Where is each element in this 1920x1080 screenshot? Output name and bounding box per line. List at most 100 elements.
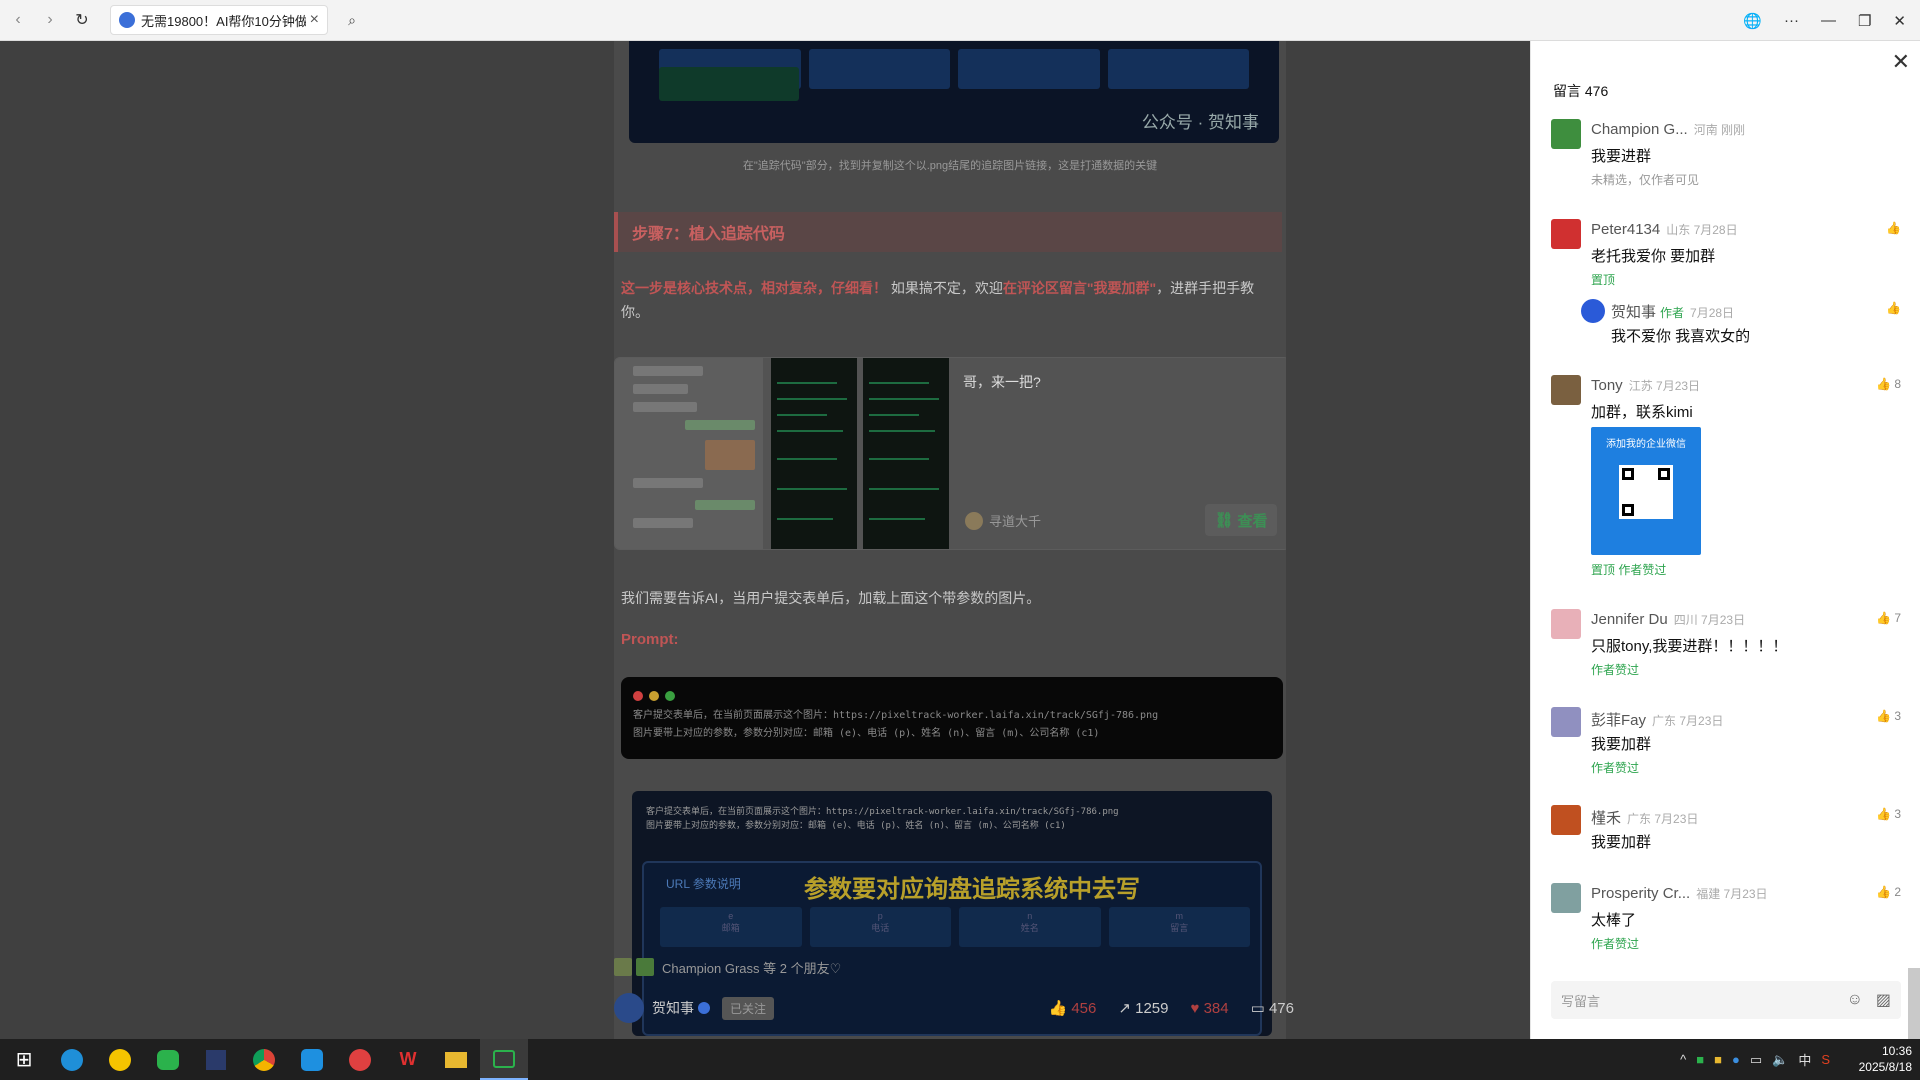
comment-meta: 广东 7月23日 (1627, 812, 1699, 826)
like-button[interactable]: 👍 456 (1048, 999, 1096, 1017)
friends-liked: Champion Grass 等 2 个朋友♡ (614, 955, 841, 979)
avatar[interactable] (1581, 299, 1605, 323)
emoji-icon[interactable]: ☺ (1847, 991, 1863, 1009)
clock[interactable]: 10:36 2025/8/18 (1859, 1043, 1912, 1075)
comment-text: 加群，联系kimi (1591, 404, 1693, 421)
qr-code-image[interactable]: 添加我的企业微信 (1591, 427, 1701, 555)
tray-sogou-icon[interactable]: S (1821, 1052, 1830, 1067)
heart-icon: ♥ (1190, 999, 1200, 1017)
restore-button[interactable]: ❐ (1858, 12, 1871, 30)
comment-author: 贺知事 (1611, 304, 1657, 321)
window-controls: 🌐 ··· — ❐ ✕ (1743, 0, 1906, 41)
browser-icon[interactable] (288, 1039, 336, 1080)
browser-tab[interactable]: 无需19800！AI帮你10分钟做 × (110, 5, 328, 35)
para1-text: 如果搞不定，欢迎 (887, 280, 1003, 296)
comment-input[interactable]: 写留言 ☺ ▨ (1551, 981, 1901, 1019)
account-name[interactable]: 贺知事 (652, 998, 694, 1018)
wps-icon[interactable]: W (384, 1039, 432, 1080)
comment-text: 我要加群 (1591, 834, 1652, 851)
comment-icon: ▭ (1250, 1000, 1265, 1017)
close-panel-button[interactable]: ✕ (1892, 49, 1910, 75)
comment-author: 槿禾 (1591, 810, 1622, 827)
comment-input-placeholder: 写留言 (1561, 993, 1601, 1009)
card-thumbnail-game-2 (863, 358, 949, 549)
reload-button[interactable]: ↻ (68, 6, 96, 34)
tray-network-icon[interactable]: ▭ (1750, 1052, 1762, 1068)
chrome-canary-icon[interactable] (96, 1039, 144, 1080)
wechat-screen-icon[interactable] (480, 1039, 528, 1080)
globe-icon[interactable]: 🌐 (1743, 12, 1762, 30)
forward-button[interactable]: › (36, 6, 64, 34)
article: 公众号 · 贺知事 在"追踪代码"部分，找到并复制这个以.png结尾的追踪图片链… (614, 41, 1286, 1039)
comment-like-button[interactable]: 👍 2 (1876, 885, 1901, 899)
code-line-2: 图片要带上对应的参数，参数分别对应：邮箱 (e)、电话 (p)、姓名 (n)、留… (633, 728, 1100, 739)
minimize-button[interactable]: — (1821, 12, 1836, 29)
comment-button[interactable]: ▭ 476 (1251, 999, 1294, 1017)
author-badge: 作者 (1660, 306, 1685, 320)
mini-program-card[interactable]: 哥，来一把? 寻道大千 ⛓ 查看 (614, 357, 1286, 550)
comment-meta: 四川 7月23日 (1673, 613, 1746, 627)
author-liked: 作者赞过 (1591, 761, 1640, 775)
paragraph-1: 这一步是核心技术点，相对复杂，仔细看！ 如果搞不定，欢迎在评论区留言"我要加群"… (621, 276, 1276, 324)
friends-text: Champion Grass 等 2 个朋友♡ (662, 960, 842, 976)
avatar[interactable] (1551, 375, 1581, 405)
file-explorer-icon[interactable] (432, 1039, 480, 1080)
more-icon[interactable]: ··· (1784, 12, 1799, 29)
love-button[interactable]: ♥ 384 (1191, 1000, 1229, 1017)
tab-close-button[interactable]: × (310, 11, 319, 29)
edge-icon[interactable] (48, 1039, 96, 1080)
tray-app-icon[interactable]: ● (1732, 1052, 1740, 1067)
tray-volume-icon[interactable]: 🔈 (1772, 1052, 1788, 1068)
wechat-icon[interactable] (144, 1039, 192, 1080)
share-button[interactable]: ↗ 1259 (1118, 999, 1168, 1017)
window-dots (633, 691, 1271, 701)
close-window-button[interactable]: ✕ (1893, 12, 1906, 30)
comment-pinned: 置顶 (1591, 273, 1616, 287)
tool-icon[interactable] (192, 1039, 240, 1080)
step-heading: 步骤7：植入追踪代码 (614, 212, 1282, 252)
search-icon[interactable]: ⌕ (338, 6, 366, 34)
comment-note: 未精选，仅作者可见 (1591, 173, 1700, 187)
author-liked: 作者赞过 (1591, 663, 1640, 677)
tray-shield-icon[interactable]: ■ (1714, 1052, 1722, 1067)
browser-titlebar: ‹ › ↻ 无需19800！AI帮你10分钟做 × ⌕ 🌐 ··· — ❐ ✕ (0, 0, 1920, 41)
comment-like-button[interactable]: 👍 8 (1876, 377, 1901, 391)
shot-url-label: URL 参数说明 (666, 877, 741, 891)
qr-title: 添加我的企业微信 (1606, 439, 1686, 450)
tray-wechat-icon[interactable]: ■ (1696, 1052, 1704, 1067)
follow-button[interactable]: 已关注 (722, 996, 775, 1020)
comment-like-button[interactable]: 👍 3 (1876, 709, 1901, 723)
chrome-icon[interactable] (240, 1039, 288, 1080)
comment-like-button[interactable]: 👍 7 (1876, 611, 1901, 625)
start-button[interactable]: ⊞ (0, 1039, 48, 1080)
card-view-button[interactable]: ⛓ 查看 (1205, 504, 1277, 536)
shot-banner: 参数要对应询盘追踪系统中去写 (804, 876, 1140, 903)
image-icon[interactable]: ▨ (1876, 990, 1891, 1010)
avatar[interactable] (1551, 883, 1581, 913)
comment-text: 老托我爱你 要加群 (1591, 248, 1716, 265)
comment-author: Prosperity Cr... (1591, 885, 1691, 902)
image-caption: 在"追踪代码"部分，找到并复制这个以.png结尾的追踪图片链接，这是打通数据的关… (742, 160, 1158, 172)
comment-like-button[interactable]: 👍 3 (1876, 807, 1901, 821)
card-author-name: 寻道大千 (989, 514, 1042, 529)
avatar[interactable] (1551, 609, 1581, 639)
comment-like-button[interactable]: 👍 (1886, 301, 1901, 315)
comment-pinned: 置顶 作者赞过 (1591, 563, 1667, 577)
avatar[interactable] (1551, 219, 1581, 249)
comment-meta: 广东 7月23日 (1652, 714, 1724, 728)
avatar[interactable] (1551, 707, 1581, 737)
card-title: 哥，来一把? (963, 374, 1041, 390)
avatar[interactable] (1551, 119, 1581, 149)
avatar[interactable] (1551, 805, 1581, 835)
comment-like-button[interactable]: 👍 (1886, 221, 1901, 235)
account-avatar[interactable] (614, 993, 644, 1023)
gmail-icon[interactable] (336, 1039, 384, 1080)
card-thumbnail-game-1 (771, 358, 857, 549)
tray-expand-icon[interactable]: ^ (1680, 1052, 1686, 1067)
scrollbar-thumb[interactable] (1908, 968, 1920, 1040)
clock-date: 2025/8/18 (1858, 1060, 1912, 1074)
card-author-avatar (965, 511, 983, 530)
back-button[interactable]: ‹ (4, 6, 32, 34)
comment-meta: 7月28日 (1690, 306, 1735, 320)
input-method-indicator[interactable]: 中 (1798, 1050, 1811, 1069)
